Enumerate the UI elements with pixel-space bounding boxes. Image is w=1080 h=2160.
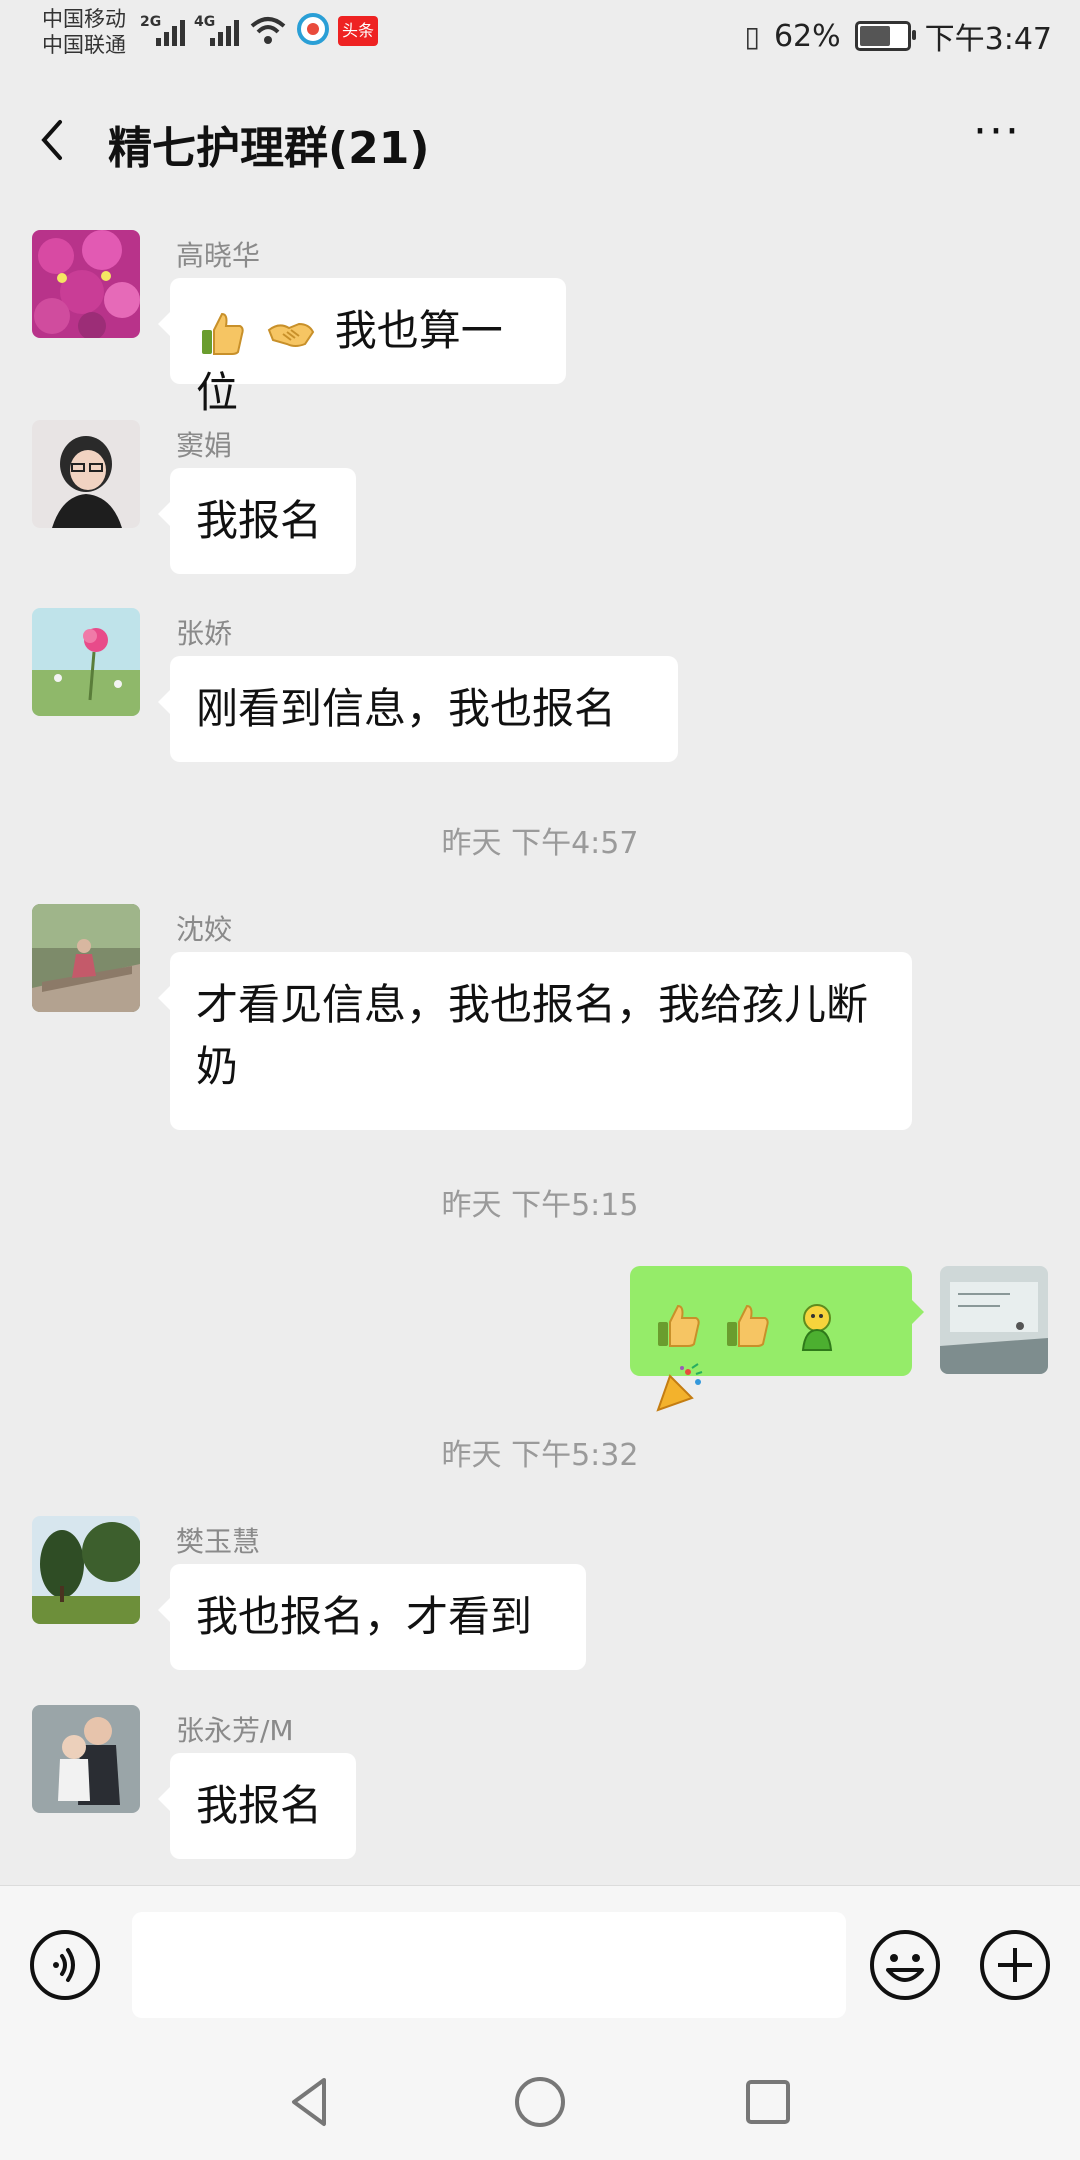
message-bubble[interactable]: 才看见信息，我也报名，我给孩儿断奶 [158, 952, 912, 1130]
message-text: 我报名 [196, 1781, 323, 1830]
battery-percent: 62% [773, 18, 841, 54]
sender-name: 沈姣 [176, 913, 233, 946]
chat-header: 精七护理群(21) ··· [0, 70, 1080, 210]
sender-name: 张娇 [176, 617, 233, 650]
back-arrow-icon[interactable] [28, 110, 78, 170]
carrier-1: 中国移动 [42, 7, 126, 31]
news-app-icon: 头条 [338, 16, 378, 46]
timestamp: 昨天 下午5:15 [441, 1188, 639, 1223]
sender-name: 樊玉慧 [176, 1525, 261, 1558]
status-bar: 中国移动 中国联通 2G 4G 头条 ▯ 62% 下午3:47 [0, 0, 1080, 70]
message-text: 才看见信息，我也报名，我给孩儿断奶 [196, 980, 869, 1091]
avatar[interactable] [32, 1516, 140, 1624]
timestamp: 昨天 下午5:32 [441, 1438, 639, 1473]
wifi-icon [250, 17, 286, 44]
avatar[interactable] [32, 904, 140, 1012]
thumbs-up-icon [658, 1304, 700, 1347]
nav-home-icon[interactable] [510, 2072, 570, 2132]
my-message-item [0, 1266, 1080, 1412]
party-popper-icon [656, 1362, 703, 1412]
nav-recent-apps-icon[interactable] [738, 2072, 798, 2132]
message-text: 刚看到信息，我也报名 [196, 684, 617, 733]
avatar[interactable] [32, 420, 140, 528]
battery-icon [854, 21, 916, 51]
network-icons: 2G 4G 头条 [140, 12, 378, 46]
vibrate-icon: ▯ [744, 19, 760, 53]
signal-4g-icon: 4G [194, 12, 240, 46]
message-item: 樊玉慧 我也报名，才看到 [0, 1516, 1080, 1676]
plus-icon[interactable] [978, 1928, 1052, 2002]
input-bar [0, 1885, 1080, 2036]
message-input[interactable] [132, 1912, 846, 2018]
status-right: ▯ 62% 下午3:47 [745, 14, 1052, 58]
chat-title: 精七护理群(21) [108, 123, 430, 174]
nav-back-icon[interactable] [280, 2072, 340, 2132]
avatar[interactable] [32, 1705, 140, 1813]
carrier-names: 中国移动 中国联通 [42, 6, 126, 58]
message-text: 我报名 [196, 496, 323, 545]
message-bubble[interactable]: 我也算一位 [158, 278, 566, 417]
sender-name: 窦娟 [176, 429, 233, 462]
thumbs-up-icon [727, 1304, 770, 1347]
sender-name: 高晓华 [176, 239, 261, 272]
message-bubble[interactable]: 我报名 [158, 1753, 356, 1859]
avatar[interactable] [32, 608, 140, 716]
message-bubble[interactable]: 我也报名，才看到 [158, 1564, 586, 1670]
message-text: 我也报名，才看到 [196, 1592, 533, 1641]
clock: 下午3:47 [924, 22, 1052, 57]
system-nav-bar [0, 2036, 1080, 2160]
message-bubble-outgoing[interactable] [630, 1266, 924, 1412]
avatar[interactable] [32, 230, 140, 338]
message-item: 高晓华 我也算一位 [0, 230, 1080, 417]
my-avatar[interactable] [940, 1266, 1048, 1374]
more-options-icon[interactable]: ··· [962, 110, 1032, 170]
message-bubble[interactable]: 我报名 [158, 468, 356, 574]
carrier-2: 中国联通 [42, 33, 126, 57]
message-item: 沈姣 才看见信息，我也报名，我给孩儿断奶 [0, 904, 1080, 1134]
emoji-icon[interactable] [868, 1928, 942, 2002]
browser-app-icon [297, 13, 329, 45]
green-figure-icon [801, 1303, 832, 1351]
handshake-icon [268, 322, 315, 347]
message-item: 张娇 刚看到信息，我也报名 [0, 608, 1080, 768]
sender-name: 张永芳/M [176, 1714, 294, 1747]
message-bubble[interactable]: 刚看到信息，我也报名 [158, 656, 678, 762]
message-item: 窦娟 我报名 [0, 420, 1080, 580]
message-item: 张永芳/M 我报名 [0, 1705, 1080, 1865]
thumbs-up-icon [202, 312, 244, 355]
signal-2g-icon: 2G [140, 12, 186, 46]
timestamp: 昨天 下午4:57 [441, 826, 639, 861]
voice-input-icon[interactable] [28, 1928, 102, 2002]
